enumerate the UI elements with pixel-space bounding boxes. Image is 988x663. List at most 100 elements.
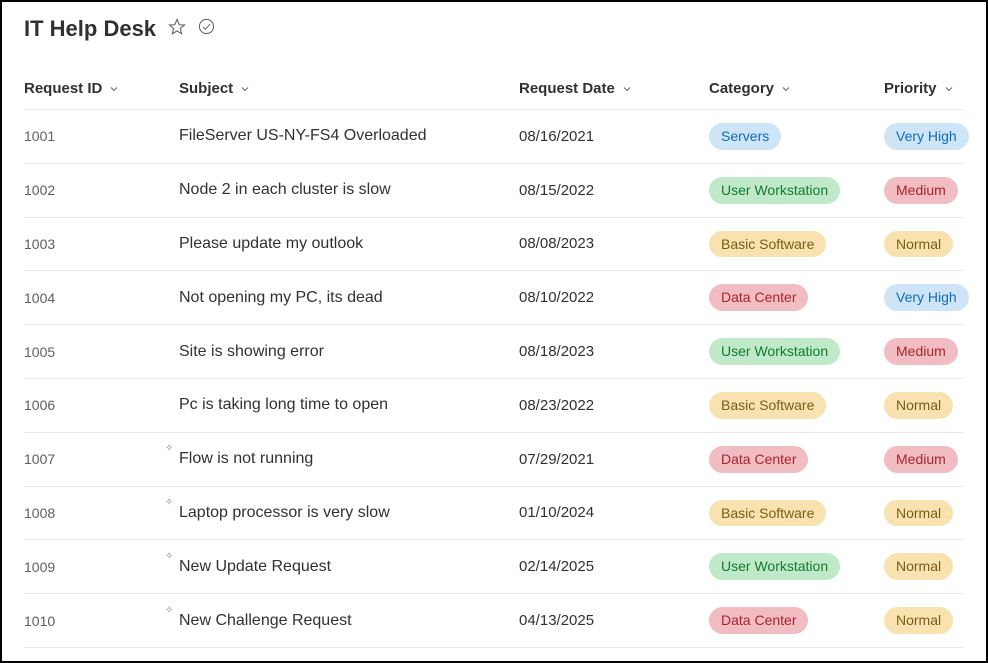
check-circle-icon[interactable] — [198, 18, 215, 40]
cell-request-date: 08/23/2022 — [519, 397, 709, 414]
cell-subject: FileServer US-NY-FS4 Overloaded — [179, 127, 519, 145]
column-header-category[interactable]: Category — [709, 80, 884, 97]
cell-priority: Very High — [884, 284, 969, 311]
table-row[interactable]: 1008✧Laptop processor is very slow01/10/… — [24, 487, 964, 541]
cell-request-id: 1008 — [24, 505, 179, 521]
cell-request-date: 08/08/2023 — [519, 235, 709, 252]
cell-request-id: 1005 — [24, 344, 179, 360]
cell-priority: Normal — [884, 553, 969, 580]
cell-priority: Normal — [884, 231, 969, 258]
column-label: Subject — [179, 80, 233, 97]
subject-text: Site is showing error — [179, 343, 324, 360]
cell-priority: Normal — [884, 392, 969, 419]
chevron-down-icon — [780, 83, 792, 95]
cell-request-id: 1003 — [24, 236, 179, 252]
cell-subject: ✧New Update Request — [179, 558, 519, 576]
table-row[interactable]: 1002Node 2 in each cluster is slow08/15/… — [24, 164, 964, 218]
cell-request-id: 1009 — [24, 559, 179, 575]
category-pill: Data Center — [709, 284, 808, 311]
table-row[interactable]: 1005Site is showing error 08/18/2023User … — [24, 325, 964, 379]
subject-text: Flow is not running — [179, 450, 313, 467]
cell-subject: ✧New Challenge Request — [179, 612, 519, 630]
subject-text: Not opening my PC, its dead — [179, 289, 383, 306]
column-header-subject[interactable]: Subject — [179, 80, 519, 97]
chevron-down-icon — [621, 83, 633, 95]
cell-priority: Medium — [884, 446, 969, 473]
priority-pill: Normal — [884, 553, 953, 580]
priority-pill: Very High — [884, 284, 969, 311]
table-row[interactable]: 1009✧New Update Request02/14/2025User Wo… — [24, 540, 964, 594]
subject-text: New Update Request — [179, 558, 331, 575]
category-pill: Basic Software — [709, 392, 826, 419]
priority-pill: Very High — [884, 123, 969, 150]
favorite-star-icon[interactable] — [168, 18, 186, 41]
cell-request-date: 04/13/2025 — [519, 612, 709, 629]
title-row: IT Help Desk — [24, 16, 964, 42]
column-header-request-date[interactable]: Request Date — [519, 80, 709, 97]
category-pill: User Workstation — [709, 553, 840, 580]
cell-request-date: 08/18/2023 — [519, 343, 709, 360]
chevron-down-icon — [108, 83, 120, 95]
cell-request-date: 07/29/2021 — [519, 451, 709, 468]
cell-request-id: 1006 — [24, 397, 179, 413]
cell-category: User Workstation — [709, 177, 884, 204]
cell-category: Basic Software — [709, 500, 884, 527]
category-pill: Basic Software — [709, 500, 826, 527]
priority-pill: Normal — [884, 392, 953, 419]
chevron-down-icon — [239, 83, 251, 95]
cell-priority: Normal — [884, 607, 969, 634]
table-row[interactable]: 1007✧Flow is not running07/29/2021Data C… — [24, 433, 964, 487]
table-row[interactable]: 1003Please update my outlook08/08/2023Ba… — [24, 218, 964, 272]
category-pill: User Workstation — [709, 177, 840, 204]
cell-subject: Please update my outlook — [179, 235, 519, 253]
cell-priority: Medium — [884, 338, 969, 365]
cell-category: Servers — [709, 123, 884, 150]
subject-text: New Challenge Request — [179, 612, 352, 629]
new-indicator-icon: ✧ — [165, 552, 173, 562]
cell-category: Data Center — [709, 284, 884, 311]
category-pill: Data Center — [709, 607, 808, 634]
column-label: Category — [709, 80, 774, 97]
new-indicator-icon: ✧ — [165, 498, 173, 508]
cell-subject: Node 2 in each cluster is slow — [179, 181, 519, 199]
cell-subject: Pc is taking long time to open — [179, 396, 519, 414]
subject-text: Pc is taking long time to open — [179, 396, 388, 413]
table-row[interactable]: 1001FileServer US-NY-FS4 Overloaded08/16… — [24, 110, 964, 164]
priority-pill: Normal — [884, 607, 953, 634]
column-header-request-id[interactable]: Request ID — [24, 80, 179, 97]
cell-request-id: 1004 — [24, 290, 179, 306]
new-indicator-icon: ✧ — [165, 444, 173, 454]
category-pill: Servers — [709, 123, 781, 150]
cell-request-date: 08/16/2021 — [519, 128, 709, 145]
table-row[interactable]: 1006Pc is taking long time to open 08/23/… — [24, 379, 964, 433]
requests-table: Request ID Subject Request Date Category… — [24, 80, 964, 648]
cell-request-id: 1002 — [24, 182, 179, 198]
chevron-down-icon — [943, 83, 955, 95]
cell-request-id: 1010 — [24, 613, 179, 629]
cell-priority: Very High — [884, 123, 969, 150]
priority-pill: Medium — [884, 338, 958, 365]
subject-text: FileServer US-NY-FS4 Overloaded — [179, 127, 427, 144]
subject-text: Laptop processor is very slow — [179, 504, 390, 521]
column-label: Priority — [884, 80, 937, 97]
cell-priority: Medium — [884, 177, 969, 204]
cell-request-date: 01/10/2024 — [519, 504, 709, 521]
cell-request-date: 08/10/2022 — [519, 289, 709, 306]
new-indicator-icon: ✧ — [165, 606, 173, 616]
cell-category: Basic Software — [709, 392, 884, 419]
priority-pill: Medium — [884, 446, 958, 473]
cell-category: Data Center — [709, 446, 884, 473]
cell-category: User Workstation — [709, 338, 884, 365]
cell-priority: Normal — [884, 500, 969, 527]
column-label: Request ID — [24, 80, 102, 97]
table-row[interactable]: 1004Not opening my PC, its dead 08/10/202… — [24, 271, 964, 325]
subject-text: Node 2 in each cluster is slow — [179, 181, 391, 198]
cell-category: Data Center — [709, 607, 884, 634]
table-row[interactable]: 1010✧New Challenge Request04/13/2025Data… — [24, 594, 964, 648]
column-header-priority[interactable]: Priority — [884, 80, 969, 97]
cell-category: User Workstation — [709, 553, 884, 580]
cell-subject: Site is showing error — [179, 343, 519, 361]
cell-subject: ✧Laptop processor is very slow — [179, 504, 519, 522]
table-header-row: Request ID Subject Request Date Category… — [24, 80, 964, 110]
priority-pill: Medium — [884, 177, 958, 204]
